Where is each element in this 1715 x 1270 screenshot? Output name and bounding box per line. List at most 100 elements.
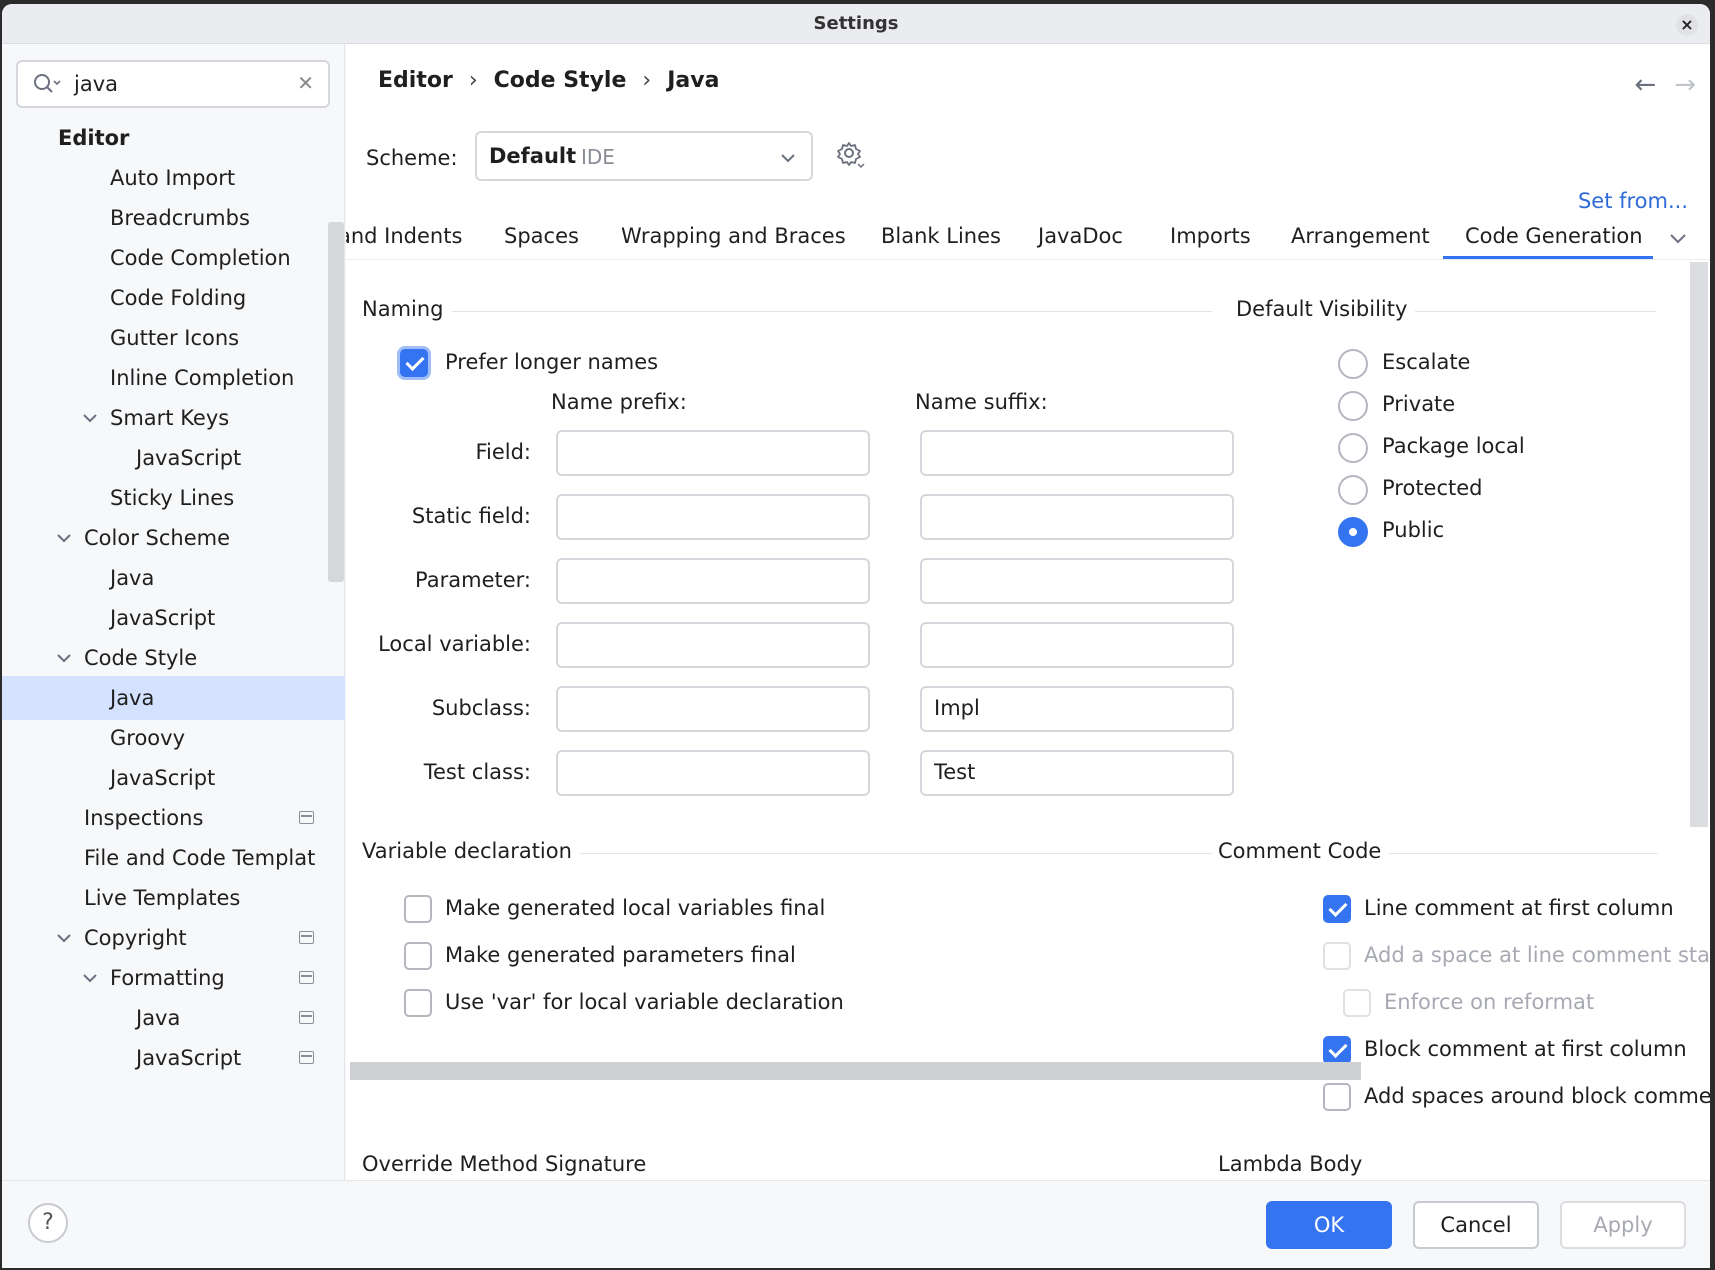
back-arrow-icon[interactable]: ← (1634, 70, 1656, 100)
breadcrumb-code-style[interactable]: Code Style (494, 68, 627, 93)
chevron-down-icon[interactable] (80, 408, 100, 428)
test-class-suffix-input[interactable]: Test (920, 750, 1234, 796)
tree-item-formatting[interactable]: Formatting (2, 956, 345, 1000)
apply-button[interactable]: Apply (1560, 1201, 1686, 1249)
tree-item-label: Smart Keys (110, 406, 230, 430)
parameter-prefix-input[interactable] (556, 558, 870, 604)
tree-item-color-scheme[interactable]: Color Scheme (2, 516, 345, 560)
local-variable-suffix-input[interactable] (920, 622, 1234, 668)
tree-item-inline-completion[interactable]: Inline Completion (2, 356, 345, 400)
spaces-around-block-comment-checkbox[interactable] (1323, 1083, 1351, 1111)
search-field[interactable]: java ✕ (16, 60, 330, 108)
field-label: Field: (475, 440, 531, 464)
tab-javadoc[interactable]: JavaDoc (1038, 214, 1123, 259)
tab-imports[interactable]: Imports (1170, 214, 1251, 259)
space-at-line-comment-checkbox[interactable] (1323, 942, 1351, 970)
tree-item-auto-import[interactable]: Auto Import (2, 156, 345, 200)
section-divider (362, 311, 1212, 312)
field-suffix-input[interactable] (920, 430, 1234, 476)
radio-escalate[interactable] (1338, 349, 1368, 379)
tree-item-breadcrumbs[interactable]: Breadcrumbs (2, 196, 345, 240)
scheme-dropdown[interactable]: Default IDE (475, 131, 813, 181)
scheme-value: Default (489, 144, 577, 168)
search-input[interactable]: java (74, 72, 118, 96)
tab-wrapping-and-braces[interactable]: Wrapping and Braces (621, 214, 846, 259)
tree-item-color-scheme-java[interactable]: Java (2, 556, 345, 600)
tree-item-code-style-javascript[interactable]: JavaScript (2, 756, 345, 800)
close-icon[interactable]: × (1676, 14, 1698, 36)
tab-code-generation[interactable]: Code Generation (1443, 214, 1653, 259)
clear-search-icon[interactable]: ✕ (297, 71, 314, 95)
chevron-down-icon[interactable] (54, 528, 74, 548)
help-icon[interactable]: ? (28, 1203, 68, 1243)
final-local-variables-checkbox[interactable] (404, 895, 432, 923)
tree-item-editor[interactable]: Editor (2, 116, 345, 160)
tab-tabs-and-indents[interactable]: and Indents (346, 214, 462, 259)
subclass-label: Subclass: (431, 696, 531, 720)
tree-item-code-style-java[interactable]: Java (2, 676, 345, 720)
tree-item-smart-keys-javascript[interactable]: JavaScript (2, 436, 345, 480)
prefer-longer-names-checkbox[interactable] (400, 349, 428, 377)
tree-item-code-completion[interactable]: Code Completion (2, 236, 345, 280)
tree-item-inspections[interactable]: Inspections (2, 796, 345, 840)
field-prefix-input[interactable] (556, 430, 870, 476)
line-comment-first-column-label: Line comment at first column (1364, 896, 1674, 920)
chevron-down-icon[interactable] (1668, 228, 1688, 248)
tab-blank-lines[interactable]: Blank Lines (881, 214, 1001, 259)
parameter-suffix-input[interactable] (920, 558, 1234, 604)
gear-icon[interactable] (836, 140, 866, 170)
chevron-down-icon[interactable] (54, 928, 74, 948)
tree-item-label: Color Scheme (84, 526, 230, 550)
tree-item-file-and-code-templates[interactable]: File and Code Templat (2, 836, 345, 880)
radio-private[interactable] (1338, 391, 1368, 421)
tree-item-formatting-javascript[interactable]: JavaScript (2, 1036, 345, 1080)
block-comment-first-column-label: Block comment at first column (1364, 1037, 1687, 1061)
chevron-down-icon[interactable] (54, 648, 74, 668)
breadcrumb-editor[interactable]: Editor (378, 68, 453, 93)
static-field-prefix-input[interactable] (556, 494, 870, 540)
tree-item-sticky-lines[interactable]: Sticky Lines (2, 476, 345, 520)
forward-arrow-icon[interactable]: → (1674, 70, 1696, 100)
tree-item-code-style-groovy[interactable]: Groovy (2, 716, 345, 760)
final-parameters-checkbox[interactable] (404, 942, 432, 970)
line-comment-first-column-checkbox[interactable] (1323, 895, 1351, 923)
subclass-suffix-input[interactable]: Impl (920, 686, 1234, 732)
project-settings-icon (299, 1011, 314, 1024)
tree-item-label: JavaScript (110, 766, 216, 790)
radio-package-local-label: Package local (1382, 434, 1525, 458)
tree-item-live-templates[interactable]: Live Templates (2, 876, 345, 920)
chevron-down-icon[interactable] (80, 968, 100, 988)
tree-item-copyright[interactable]: Copyright (2, 916, 345, 960)
local-variable-prefix-input[interactable] (556, 622, 870, 668)
final-local-variables-label: Make generated local variables final (445, 896, 826, 920)
static-field-suffix-input[interactable] (920, 494, 1234, 540)
override-method-signature-title: Override Method Signature (362, 1152, 647, 1176)
radio-package-local[interactable] (1338, 433, 1368, 463)
project-settings-icon (299, 1051, 314, 1064)
tree-item-formatting-java[interactable]: Java (2, 996, 345, 1040)
radio-public[interactable] (1338, 517, 1368, 547)
enforce-on-reformat-checkbox[interactable] (1343, 989, 1371, 1017)
tree-item-label: Inspections (84, 806, 204, 830)
horizontal-scrollbar[interactable] (350, 1062, 1361, 1080)
block-comment-first-column-checkbox[interactable] (1323, 1036, 1351, 1064)
tab-arrangement[interactable]: Arrangement (1291, 214, 1430, 259)
tree-item-code-folding[interactable]: Code Folding (2, 276, 345, 320)
naming-section-title: Naming (362, 297, 452, 321)
sidebar-scrollbar[interactable] (328, 222, 344, 582)
use-var-checkbox[interactable] (404, 989, 432, 1017)
radio-protected[interactable] (1338, 475, 1368, 505)
set-from-link[interactable]: Set from... (1578, 189, 1688, 213)
test-class-prefix-input[interactable] (556, 750, 870, 796)
cancel-button[interactable]: Cancel (1413, 1201, 1539, 1249)
tree-item-gutter-icons[interactable]: Gutter Icons (2, 316, 345, 360)
tab-spaces[interactable]: Spaces (504, 214, 579, 259)
tree-item-code-style[interactable]: Code Style (2, 636, 345, 680)
tree-item-smart-keys[interactable]: Smart Keys (2, 396, 345, 440)
subclass-prefix-input[interactable] (556, 686, 870, 732)
tree-item-label: JavaScript (136, 446, 242, 470)
ok-button[interactable]: OK (1266, 1201, 1392, 1249)
tree-item-color-scheme-javascript[interactable]: JavaScript (2, 596, 345, 640)
settings-sidebar: java ✕ Editor Auto Import Breadcrumbs Co… (2, 44, 345, 1180)
vertical-scrollbar[interactable] (1690, 262, 1708, 827)
